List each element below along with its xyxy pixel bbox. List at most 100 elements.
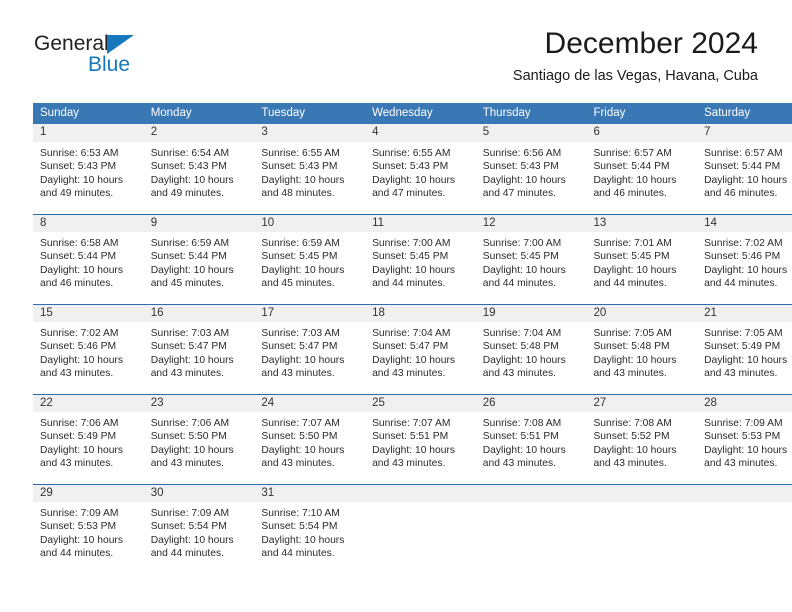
calendar-day-cell[interactable]: 30 Sunrise: 7:09 AM Sunset: 5:54 PM Dayligh…	[143, 484, 255, 574]
day-cell-inner[interactable]: 4 Sunrise: 6:55 AM Sunset: 5:43 PM Daylight…	[365, 124, 476, 214]
calendar-day-cell[interactable]: 23 Sunrise: 7:06 AM Sunset: 5:50 PM Dayligh…	[143, 394, 255, 484]
daylight-text-line2: and 48 minutes.	[261, 188, 335, 200]
calendar-day-cell[interactable]: 28 Sunrise: 7:09 AM Sunset: 5:53 PM Dayligh…	[697, 394, 792, 484]
calendar-day-cell[interactable]: 22 Sunrise: 7:06 AM Sunset: 5:49 PM Dayligh…	[33, 394, 144, 484]
daylight-text-line1: Daylight: 10 hours	[482, 444, 566, 456]
day-cell-inner[interactable]: 16 Sunrise: 7:03 AM Sunset: 5:47 PM Dayligh…	[143, 304, 255, 394]
day-cell-inner[interactable]: 24 Sunrise: 7:07 AM Sunset: 5:50 PM Dayligh…	[254, 394, 366, 484]
day-number: 31	[254, 484, 366, 502]
day-cell-inner[interactable]	[586, 484, 698, 574]
sunrise-text: Sunrise: 6:55 AM	[261, 148, 340, 159]
day-cell-inner[interactable]: 27 Sunrise: 7:08 AM Sunset: 5:52 PM Dayligh…	[586, 394, 698, 484]
calendar-day-cell[interactable]: 9 Sunrise: 6:59 AM Sunset: 5:44 PM Daylight…	[143, 214, 255, 304]
day-cell-inner[interactable]: 12 Sunrise: 7:00 AM Sunset: 5:45 PM Dayligh…	[475, 214, 587, 304]
day-number: 17	[254, 304, 366, 322]
day-cell-inner[interactable]: 1 Sunrise: 6:53 AM Sunset: 5:43 PM Daylight…	[33, 124, 144, 214]
sunrise-text: Sunrise: 6:54 AM	[150, 148, 230, 159]
day-cell-inner[interactable]: 26 Sunrise: 7:08 AM Sunset: 5:51 PM Dayligh…	[475, 394, 587, 484]
calendar-day-cell[interactable]: 20 Sunrise: 7:05 AM Sunset: 5:48 PM Dayligh…	[586, 304, 698, 394]
day-cell-inner[interactable]: 5 Sunrise: 6:56 AM Sunset: 5:43 PM Daylight…	[475, 124, 587, 214]
calendar-week-row: 15 Sunrise: 7:02 AM Sunset: 5:46 PM Dayligh…	[33, 304, 792, 394]
calendar-day-cell[interactable]: 15 Sunrise: 7:02 AM Sunset: 5:46 PM Dayligh…	[33, 304, 144, 394]
day-cell-inner[interactable]	[697, 484, 792, 574]
day-cell-inner[interactable]: 18 Sunrise: 7:04 AM Sunset: 5:47 PM Dayligh…	[365, 304, 476, 394]
day-cell-inner[interactable]: 6 Sunrise: 6:57 AM Sunset: 5:44 PM Daylight…	[586, 124, 698, 214]
calendar-day-cell[interactable]: 6 Sunrise: 6:57 AM Sunset: 5:44 PM Daylight…	[586, 124, 698, 214]
day-cell-inner[interactable]: 14 Sunrise: 7:02 AM Sunset: 5:46 PM Dayligh…	[697, 214, 792, 304]
calendar-day-cell[interactable]	[586, 484, 698, 574]
calendar-day-cell[interactable]	[697, 484, 792, 574]
day-cell-inner[interactable]: 23 Sunrise: 7:06 AM Sunset: 5:50 PM Dayligh…	[143, 394, 255, 484]
calendar-day-cell[interactable]	[475, 484, 587, 574]
day-cell-inner[interactable]: 19 Sunrise: 7:04 AM Sunset: 5:48 PM Dayligh…	[475, 304, 587, 394]
calendar-week-row: 8 Sunrise: 6:58 AM Sunset: 5:44 PM Daylight…	[33, 214, 792, 304]
day-cell-inner[interactable]: 31 Sunrise: 7:10 AM Sunset: 5:54 PM Dayligh…	[254, 484, 366, 574]
calendar-day-cell[interactable]	[365, 484, 476, 574]
sunrise-text: Sunrise: 7:04 AM	[372, 328, 451, 339]
calendar-day-cell[interactable]: 7 Sunrise: 6:57 AM Sunset: 5:44 PM Daylight…	[697, 124, 792, 214]
daylight-text-line1: Daylight: 10 hours	[482, 174, 566, 186]
day-cell-inner[interactable]: 21 Sunrise: 7:05 AM Sunset: 5:49 PM Dayligh…	[697, 304, 792, 394]
calendar-day-cell[interactable]: 16 Sunrise: 7:03 AM Sunset: 5:47 PM Dayligh…	[143, 304, 255, 394]
day-cell-inner[interactable]: 20 Sunrise: 7:05 AM Sunset: 5:48 PM Dayligh…	[586, 304, 698, 394]
calendar-day-cell[interactable]: 2 Sunrise: 6:54 AM Sunset: 5:43 PM Daylight…	[143, 124, 255, 214]
day-cell-inner[interactable]: 2 Sunrise: 6:54 AM Sunset: 5:43 PM Daylight…	[143, 124, 255, 214]
day-cell-inner[interactable]: 7 Sunrise: 6:57 AM Sunset: 5:44 PM Daylight…	[697, 124, 792, 214]
calendar-day-cell[interactable]: 3 Sunrise: 6:55 AM Sunset: 5:43 PM Daylight…	[254, 124, 366, 214]
day-cell-inner[interactable]: 9 Sunrise: 6:59 AM Sunset: 5:44 PM Daylight…	[143, 214, 255, 304]
day-cell-inner[interactable]: 17 Sunrise: 7:03 AM Sunset: 5:47 PM Dayligh…	[254, 304, 366, 394]
sunset-text: Sunset: 5:44 PM	[150, 251, 227, 263]
day-details: Sunrise: 7:02 AM Sunset: 5:46 PM Daylight:…	[697, 232, 792, 291]
day-cell-inner[interactable]: 15 Sunrise: 7:02 AM Sunset: 5:46 PM Dayligh…	[33, 304, 144, 394]
calendar-day-cell[interactable]: 4 Sunrise: 6:55 AM Sunset: 5:43 PM Daylight…	[365, 124, 476, 214]
day-cell-inner[interactable]	[475, 484, 587, 574]
daylight-text-line1: Daylight: 10 hours	[261, 264, 345, 276]
sunset-text: Sunset: 5:43 PM	[261, 161, 338, 173]
day-cell-inner[interactable]: 13 Sunrise: 7:01 AM Sunset: 5:45 PM Dayligh…	[586, 214, 698, 304]
calendar-day-cell[interactable]: 18 Sunrise: 7:04 AM Sunset: 5:47 PM Dayligh…	[365, 304, 476, 394]
calendar-day-cell[interactable]: 17 Sunrise: 7:03 AM Sunset: 5:47 PM Dayligh…	[254, 304, 366, 394]
day-cell-inner[interactable]: 29 Sunrise: 7:09 AM Sunset: 5:53 PM Dayligh…	[33, 484, 144, 574]
day-cell-inner[interactable]: 30 Sunrise: 7:09 AM Sunset: 5:54 PM Dayligh…	[143, 484, 255, 574]
calendar-day-cell[interactable]: 5 Sunrise: 6:56 AM Sunset: 5:43 PM Daylight…	[475, 124, 587, 214]
day-cell-inner[interactable]: 10 Sunrise: 6:59 AM Sunset: 5:45 PM Dayligh…	[254, 214, 366, 304]
day-cell-inner[interactable]: 11 Sunrise: 7:00 AM Sunset: 5:45 PM Dayligh…	[365, 214, 476, 304]
generalblue-logo[interactable]: General Blue	[34, 32, 214, 82]
daylight-text-line2: and 44 minutes.	[482, 278, 557, 290]
sunset-text: Sunset: 5:48 PM	[593, 341, 670, 353]
sunset-text: Sunset: 5:47 PM	[150, 341, 227, 353]
calendar-day-cell[interactable]: 13 Sunrise: 7:01 AM Sunset: 5:45 PM Dayligh…	[586, 214, 698, 304]
day-number: 29	[33, 484, 144, 502]
sunset-text: Sunset: 5:46 PM	[704, 251, 781, 263]
calendar-day-cell[interactable]: 26 Sunrise: 7:08 AM Sunset: 5:51 PM Dayligh…	[475, 394, 587, 484]
calendar-day-cell[interactable]: 31 Sunrise: 7:10 AM Sunset: 5:54 PM Dayligh…	[254, 484, 366, 574]
calendar-day-cell[interactable]: 24 Sunrise: 7:07 AM Sunset: 5:50 PM Dayligh…	[254, 394, 366, 484]
sunset-text: Sunset: 5:43 PM	[150, 161, 227, 173]
calendar-day-cell[interactable]: 25 Sunrise: 7:07 AM Sunset: 5:51 PM Dayligh…	[365, 394, 476, 484]
day-cell-inner[interactable]	[365, 484, 476, 574]
sunset-text: Sunset: 5:50 PM	[150, 431, 227, 443]
day-number: 5	[475, 124, 587, 142]
sunset-text: Sunset: 5:48 PM	[482, 341, 559, 353]
calendar-day-cell[interactable]: 19 Sunrise: 7:04 AM Sunset: 5:48 PM Dayligh…	[475, 304, 587, 394]
calendar-day-cell[interactable]: 11 Sunrise: 7:00 AM Sunset: 5:45 PM Dayligh…	[365, 214, 476, 304]
day-cell-inner[interactable]: 28 Sunrise: 7:09 AM Sunset: 5:53 PM Dayligh…	[697, 394, 792, 484]
calendar-day-cell[interactable]: 14 Sunrise: 7:02 AM Sunset: 5:46 PM Dayligh…	[697, 214, 792, 304]
calendar-day-cell[interactable]: 27 Sunrise: 7:08 AM Sunset: 5:52 PM Dayligh…	[586, 394, 698, 484]
day-details: Sunrise: 7:00 AM Sunset: 5:45 PM Daylight:…	[365, 232, 476, 291]
calendar-day-cell[interactable]: 8 Sunrise: 6:58 AM Sunset: 5:44 PM Daylight…	[33, 214, 144, 304]
day-cell-inner[interactable]: 8 Sunrise: 6:58 AM Sunset: 5:44 PM Daylight…	[33, 214, 144, 304]
daylight-text-line2: and 43 minutes.	[482, 458, 557, 470]
daylight-text-line2: and 43 minutes.	[150, 368, 224, 380]
day-cell-inner[interactable]: 3 Sunrise: 6:55 AM Sunset: 5:43 PM Daylight…	[254, 124, 366, 214]
calendar-day-cell[interactable]: 10 Sunrise: 6:59 AM Sunset: 5:45 PM Dayligh…	[254, 214, 366, 304]
calendar-day-cell[interactable]: 29 Sunrise: 7:09 AM Sunset: 5:53 PM Dayligh…	[33, 484, 144, 574]
calendar-day-cell[interactable]: 21 Sunrise: 7:05 AM Sunset: 5:49 PM Dayligh…	[697, 304, 792, 394]
day-cell-inner[interactable]: 25 Sunrise: 7:07 AM Sunset: 5:51 PM Dayligh…	[365, 394, 476, 484]
sunset-text: Sunset: 5:54 PM	[150, 521, 227, 533]
calendar-day-cell[interactable]: 12 Sunrise: 7:00 AM Sunset: 5:45 PM Dayligh…	[475, 214, 587, 304]
day-details: Sunrise: 7:03 AM Sunset: 5:47 PM Daylight:…	[144, 322, 255, 381]
day-cell-inner[interactable]: 22 Sunrise: 7:06 AM Sunset: 5:49 PM Dayligh…	[33, 394, 144, 484]
calendar-day-cell[interactable]: 1 Sunrise: 6:53 AM Sunset: 5:43 PM Daylight…	[33, 124, 144, 214]
page-header: General Blue December 2024 Santiago de l…	[0, 0, 792, 100]
